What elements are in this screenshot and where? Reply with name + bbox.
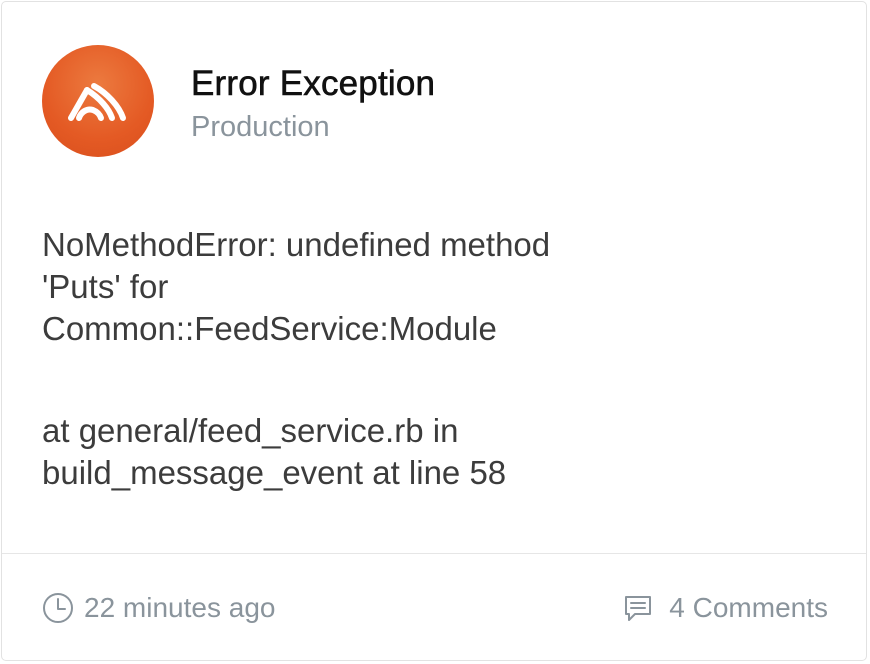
error-message: NoMethodError: undefined method 'Puts' f…	[42, 224, 762, 350]
notification-card[interactable]: Error Exception Production NoMethodError…	[1, 1, 867, 661]
error-location-line: build_message_event at line 58	[42, 454, 507, 491]
environment-label: Production	[191, 111, 330, 143]
clock-icon	[42, 592, 74, 624]
error-location: at general/feed_service.rb in build_mess…	[42, 410, 762, 494]
sentry-logo-icon	[42, 45, 154, 157]
error-message-line: 'Puts' for	[42, 268, 169, 305]
timestamp: 22 minutes ago	[42, 590, 275, 626]
error-location-line: at general/feed_service.rb in	[42, 412, 459, 449]
notification-title: Error Exception	[191, 64, 436, 104]
timestamp-text: 22 minutes ago	[84, 592, 276, 623]
comments-link[interactable]: 4 Comments	[623, 590, 828, 626]
footer-divider	[2, 553, 866, 554]
comment-icon	[623, 593, 653, 623]
error-message-line: Common::FeedService:Module	[42, 310, 497, 347]
error-message-line: NoMethodError: undefined method	[42, 226, 551, 263]
comments-count[interactable]: 4 Comments	[669, 592, 828, 624]
